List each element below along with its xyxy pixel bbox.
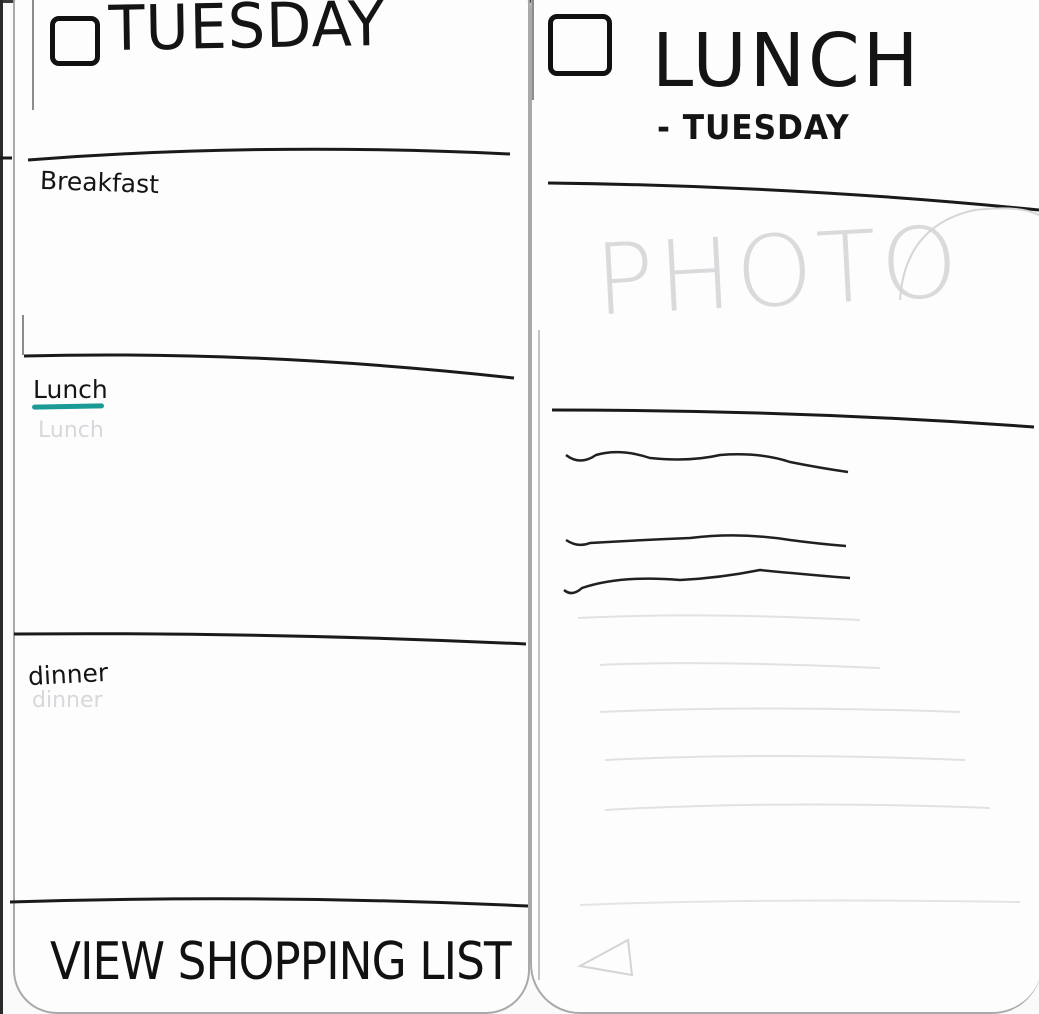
day-title: TUESDAY [108, 0, 386, 65]
frame-inner-edge [22, 315, 24, 355]
meal-title: LUNCH [652, 18, 922, 104]
view-shopping-list-button[interactable]: VIEW SHOPPING LIST [50, 932, 512, 992]
meal-section-breakfast[interactable]: Breakfast [40, 166, 160, 199]
meal-section-lunch[interactable]: Lunch [33, 375, 108, 404]
meal-section-dinner[interactable]: dinner [27, 658, 109, 691]
day-checkbox-icon[interactable] [50, 16, 100, 66]
frame-inner-edge [32, 0, 34, 110]
frame-inner-edge [538, 330, 540, 980]
day-screen-frame [13, 0, 530, 1014]
erased-lunch-label: Lunch [38, 418, 104, 443]
frame-inner-edge [532, 0, 534, 100]
meal-screen-frame [530, 0, 1039, 1014]
photo-placeholder: PHOTO [592, 205, 965, 339]
meal-checkbox-icon[interactable] [548, 14, 612, 76]
paper-left-edge [0, 0, 3, 1014]
erased-dinner-label: dinner [32, 688, 103, 713]
meal-subtitle: - TUESDAY [657, 108, 850, 148]
